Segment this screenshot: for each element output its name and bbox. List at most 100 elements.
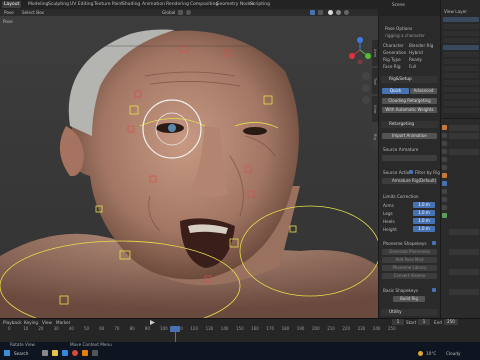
outliner-row[interactable] xyxy=(443,24,479,29)
scene-props-icon[interactable] xyxy=(442,157,447,162)
outliner-row[interactable] xyxy=(443,17,479,22)
solid-shading-icon[interactable] xyxy=(328,10,333,15)
automatic-weights-button[interactable]: With Automatic Weights xyxy=(382,107,437,113)
current-frame-field[interactable]: 1 xyxy=(392,319,404,325)
particles-props-icon[interactable] xyxy=(442,189,447,194)
chrome-icon[interactable] xyxy=(72,350,78,356)
constraints-props-icon[interactable] xyxy=(442,205,447,210)
filter-by-rig-checkbox[interactable] xyxy=(409,170,413,174)
gen-value[interactable]: Hybrid xyxy=(409,50,423,55)
generate-phonemes-button[interactable]: Generate Phonemes xyxy=(382,249,437,255)
pivot-icon[interactable] xyxy=(178,10,183,15)
world-props-icon[interactable] xyxy=(442,165,447,170)
source-action-label: Source Action xyxy=(383,170,412,175)
view-menu[interactable]: View xyxy=(42,320,52,325)
playback-menu[interactable]: Playback xyxy=(3,320,22,325)
outliner-row[interactable] xyxy=(443,87,479,92)
clouding-retargeting-button[interactable]: Clouding Retargeting xyxy=(382,98,437,104)
sidebar-panel: Pose Options rigging a character Charact… xyxy=(378,16,440,318)
rig-setup-header[interactable]: Rig&Setup xyxy=(381,76,438,83)
arms-value[interactable]: 1.0 m xyxy=(413,202,435,208)
scene-selector[interactable]: Scene xyxy=(392,2,405,7)
build-rig-button[interactable]: Build Rig xyxy=(393,296,425,302)
props-row[interactable] xyxy=(449,149,479,155)
outliner-row[interactable] xyxy=(443,31,479,36)
height-value[interactable]: 1.0 m xyxy=(413,226,435,232)
rigtype-value[interactable]: Ready xyxy=(409,57,422,62)
end-field[interactable]: 250 xyxy=(444,319,458,325)
props-row[interactable] xyxy=(449,269,479,275)
utility-header[interactable]: Utility xyxy=(381,309,438,316)
task-view-icon[interactable] xyxy=(42,350,48,356)
play-icon[interactable] xyxy=(150,320,155,325)
outliner-row[interactable] xyxy=(443,59,479,64)
overlay-icon[interactable] xyxy=(310,10,315,15)
props-row[interactable] xyxy=(449,133,479,139)
phoneme-library-button[interactable]: Phoneme Library xyxy=(382,265,437,271)
material-shading-icon[interactable] xyxy=(336,10,341,15)
props-row[interactable] xyxy=(449,229,479,235)
tab-layout[interactable]: Layout xyxy=(2,1,22,8)
outliner-row[interactable] xyxy=(443,108,479,113)
select-box-tool[interactable]: Select Box xyxy=(22,10,44,15)
facerig-value[interactable]: Full xyxy=(409,64,416,69)
armature-select[interactable]: Armature Rig(Default) xyxy=(382,178,437,184)
quick-button[interactable]: Quick xyxy=(382,88,409,94)
phoneme-checkbox[interactable] xyxy=(432,241,436,245)
tab-scripting[interactable]: Scripting xyxy=(248,1,272,8)
outliner-row[interactable] xyxy=(443,73,479,78)
windows-start-icon[interactable] xyxy=(4,350,10,356)
import-animation-button[interactable]: Import Animation xyxy=(382,133,437,139)
timeline[interactable]: Playback Keying View Marker 1 Start 1 En… xyxy=(0,318,480,343)
file-explorer-icon[interactable] xyxy=(52,350,58,356)
outliner-row[interactable] xyxy=(443,45,479,50)
taskbar-search[interactable]: Search xyxy=(14,351,28,356)
3d-viewport[interactable]: Pose xyxy=(0,16,378,318)
retargeting-header[interactable]: Retargeting xyxy=(381,121,438,128)
gen-label: Generation xyxy=(383,50,407,55)
outliner-row[interactable] xyxy=(443,52,479,57)
weather-desc: Cloudy xyxy=(446,351,461,356)
start-field[interactable]: 1 xyxy=(418,319,430,325)
outliner-row[interactable] xyxy=(443,66,479,71)
modifier-props-icon[interactable] xyxy=(442,181,447,186)
source-armature-field[interactable] xyxy=(382,155,437,161)
basic-shapekeys-checkbox[interactable] xyxy=(432,288,436,292)
physics-props-icon[interactable] xyxy=(442,197,447,202)
tool-props-icon[interactable] xyxy=(442,125,447,130)
data-props-icon[interactable] xyxy=(442,213,447,218)
props-row[interactable] xyxy=(449,289,479,295)
heels-value[interactable]: 1.0 m xyxy=(413,218,435,224)
char-value[interactable]: Blender Rig xyxy=(409,43,433,48)
tab-rendering[interactable]: Rendering xyxy=(164,1,191,8)
outliner-row[interactable] xyxy=(443,94,479,99)
app-icon[interactable] xyxy=(92,350,98,356)
marker-menu[interactable]: Marker xyxy=(56,320,70,325)
output-props-icon[interactable] xyxy=(442,141,447,146)
frame-tick-label: 130 xyxy=(205,326,214,331)
mode-dropdown[interactable]: Pose xyxy=(4,10,14,15)
render-shading-icon[interactable] xyxy=(344,10,349,15)
outliner-row[interactable] xyxy=(443,101,479,106)
props-row[interactable] xyxy=(449,249,479,255)
legs-value[interactable]: 1.0 m xyxy=(413,210,435,216)
object-props-icon[interactable] xyxy=(442,173,447,178)
render-props-icon[interactable] xyxy=(442,133,447,138)
orientation-dropdown[interactable]: Global xyxy=(162,10,175,15)
keying-menu[interactable]: Keying xyxy=(24,320,38,325)
blender-icon[interactable] xyxy=(82,350,88,356)
props-row[interactable] xyxy=(449,125,479,131)
tab-shading[interactable]: Shading xyxy=(120,1,142,8)
legs-label: Legs xyxy=(383,211,393,216)
edge-icon[interactable] xyxy=(62,350,68,356)
convert-viseme-button[interactable]: Convert Viseme xyxy=(382,273,437,279)
advanced-button[interactable]: Advanced xyxy=(410,88,437,94)
snap-icon[interactable] xyxy=(186,10,191,15)
add-pose-mod-button[interactable]: Add Pose Mod xyxy=(382,257,437,263)
view-layer-props-icon[interactable] xyxy=(442,149,447,154)
outliner-row[interactable] xyxy=(443,80,479,85)
start-label: Start xyxy=(406,320,417,325)
outliner-row[interactable] xyxy=(443,38,479,43)
xray-icon[interactable] xyxy=(318,10,323,15)
tab-animation[interactable]: Animation xyxy=(140,1,167,8)
